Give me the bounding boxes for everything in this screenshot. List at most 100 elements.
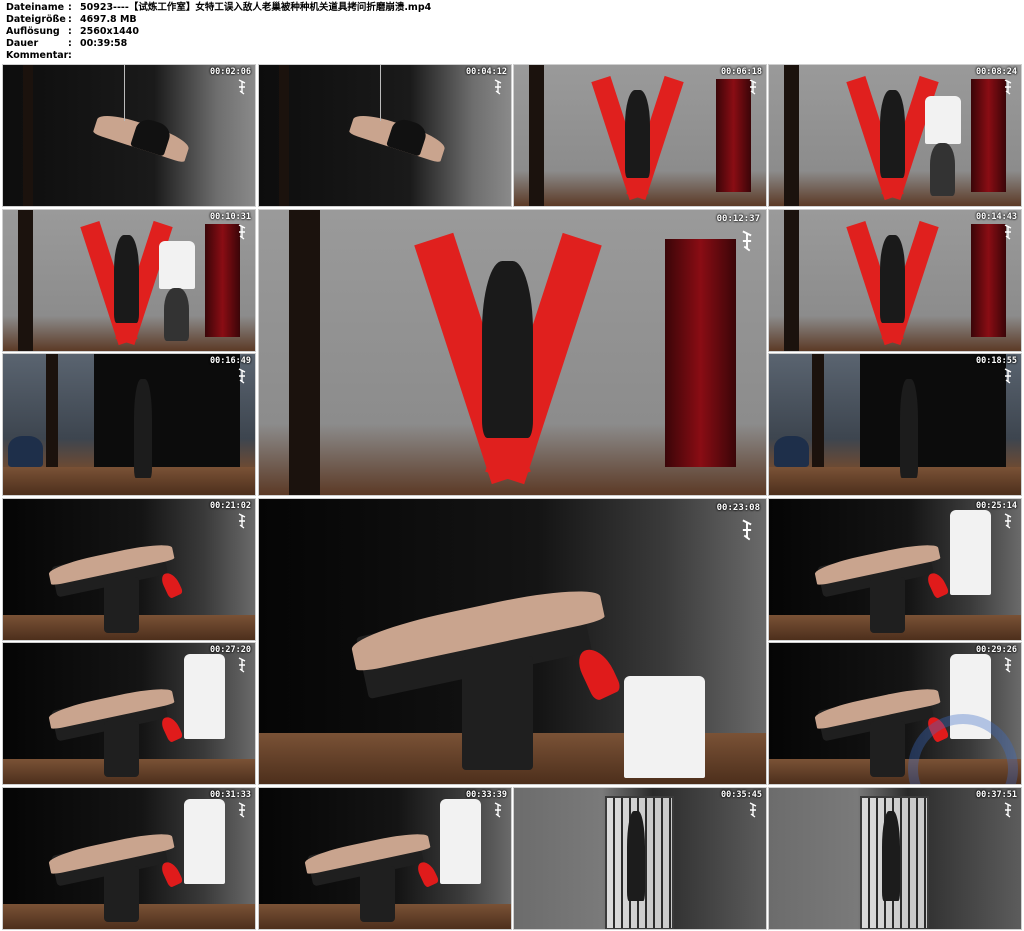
studio-logo-icon [1003,657,1013,673]
video-thumbnail: 00:02:06 [2,64,256,207]
figure [900,379,918,479]
wooden-post [23,65,34,206]
duration-row: Dauer : 00:39:58 [6,38,431,50]
separator: : [68,26,72,37]
video-thumbnail: 00:16:49 [2,353,256,496]
video-thumbnail: 00:08:24 [768,64,1022,207]
figure [482,261,533,438]
resolution-row: Auflösung : 2560x1440 [6,26,431,38]
timestamp: 00:33:39 [466,790,507,800]
timestamp: 00:35:45 [721,790,762,800]
man-legs [164,287,190,342]
timestamp: 00:14:43 [976,212,1017,222]
figure [134,379,152,479]
studio-logo-icon [1003,802,1013,818]
video-thumbnail: 00:21:02 [2,498,256,641]
man-figure [950,510,991,595]
video-thumbnail: 00:33:39 [258,787,512,930]
chair-base [103,865,140,922]
studio-logo-icon [740,519,754,541]
floor [769,466,1021,495]
video-thumbnail: 00:25:14 [768,498,1022,641]
timestamp: 00:10:31 [210,212,251,222]
red-curtain [970,224,1006,337]
chair-base [869,576,906,633]
file-size-row: Dateigröße : 4697.8 MB [6,14,431,26]
scene-image [769,65,1021,206]
man-figure [184,654,225,739]
chair-base [103,720,140,777]
studio-logo-icon [237,657,247,673]
scene-image [3,354,255,495]
man-figure [624,675,706,779]
scene-image [259,65,511,206]
man-figure [184,799,225,884]
scene-image [259,788,511,929]
timestamp: 00:12:37 [716,214,760,224]
studio-logo-icon [237,368,247,384]
video-thumbnail: 00:12:37 [258,209,767,496]
video-thumbnail: 00:23:08 [258,498,767,785]
video-thumbnail: 00:06:18 [513,64,767,207]
red-curtain [664,238,736,467]
separator: : [68,14,72,25]
chair-base [103,576,140,633]
blue-chair [774,435,810,467]
studio-logo-icon [237,513,247,529]
timestamp: 00:08:24 [976,67,1017,77]
red-shoe [159,859,185,889]
blue-chair [8,435,44,467]
separator: : [68,50,72,61]
scene-image [769,788,1021,929]
timestamp: 00:25:14 [976,501,1017,511]
scene-image [3,65,255,206]
figure [627,810,646,901]
video-thumbnail: 00:10:31 [2,209,256,352]
wooden-post [279,65,290,206]
separator: : [68,2,72,13]
duration-label: Dauer [6,38,39,49]
timestamp: 00:04:12 [466,67,507,77]
timestamp: 00:21:02 [210,501,251,511]
scene-image [259,499,766,784]
video-thumbnail: 00:04:12 [258,64,512,207]
man-figure [159,241,195,289]
figure [879,235,906,323]
dark-wall [859,354,1006,467]
timestamp: 00:23:08 [716,503,760,513]
timestamp: 00:02:06 [210,67,251,77]
red-curtain [715,79,751,192]
studio-logo-icon [748,802,758,818]
wooden-post [784,65,800,206]
man-figure [925,96,961,144]
red-shoe [415,859,441,889]
studio-logo-icon [748,79,758,95]
studio-logo-icon [1003,224,1013,240]
timestamp: 00:18:55 [976,356,1017,366]
wooden-post [529,65,545,206]
chair-base [869,720,906,777]
chair-base [461,655,533,770]
timestamp: 00:37:51 [976,790,1017,800]
video-thumbnail: 00:37:51 [768,787,1022,930]
studio-logo-icon [740,230,754,252]
rope [123,65,125,122]
studio-logo-icon [1003,79,1013,95]
red-shoe [574,643,624,703]
figure [624,90,651,178]
scene-image [3,210,255,351]
studio-logo-icon [237,802,247,818]
floor [3,466,255,495]
man-legs [930,142,956,197]
scene-image [514,65,766,206]
file-info-header: Dateiname : 50923----【试炼工作室】女特工误入敌人老巢被种种… [6,2,431,62]
wooden-post [18,210,34,351]
figure [882,810,901,901]
timestamp: 00:31:33 [210,790,251,800]
wooden-post [289,210,320,495]
studio-logo-icon [1003,513,1013,529]
red-shoe [159,570,185,600]
scene-image [769,499,1021,640]
separator: : [68,38,72,49]
duration-value: 00:39:58 [80,38,128,49]
